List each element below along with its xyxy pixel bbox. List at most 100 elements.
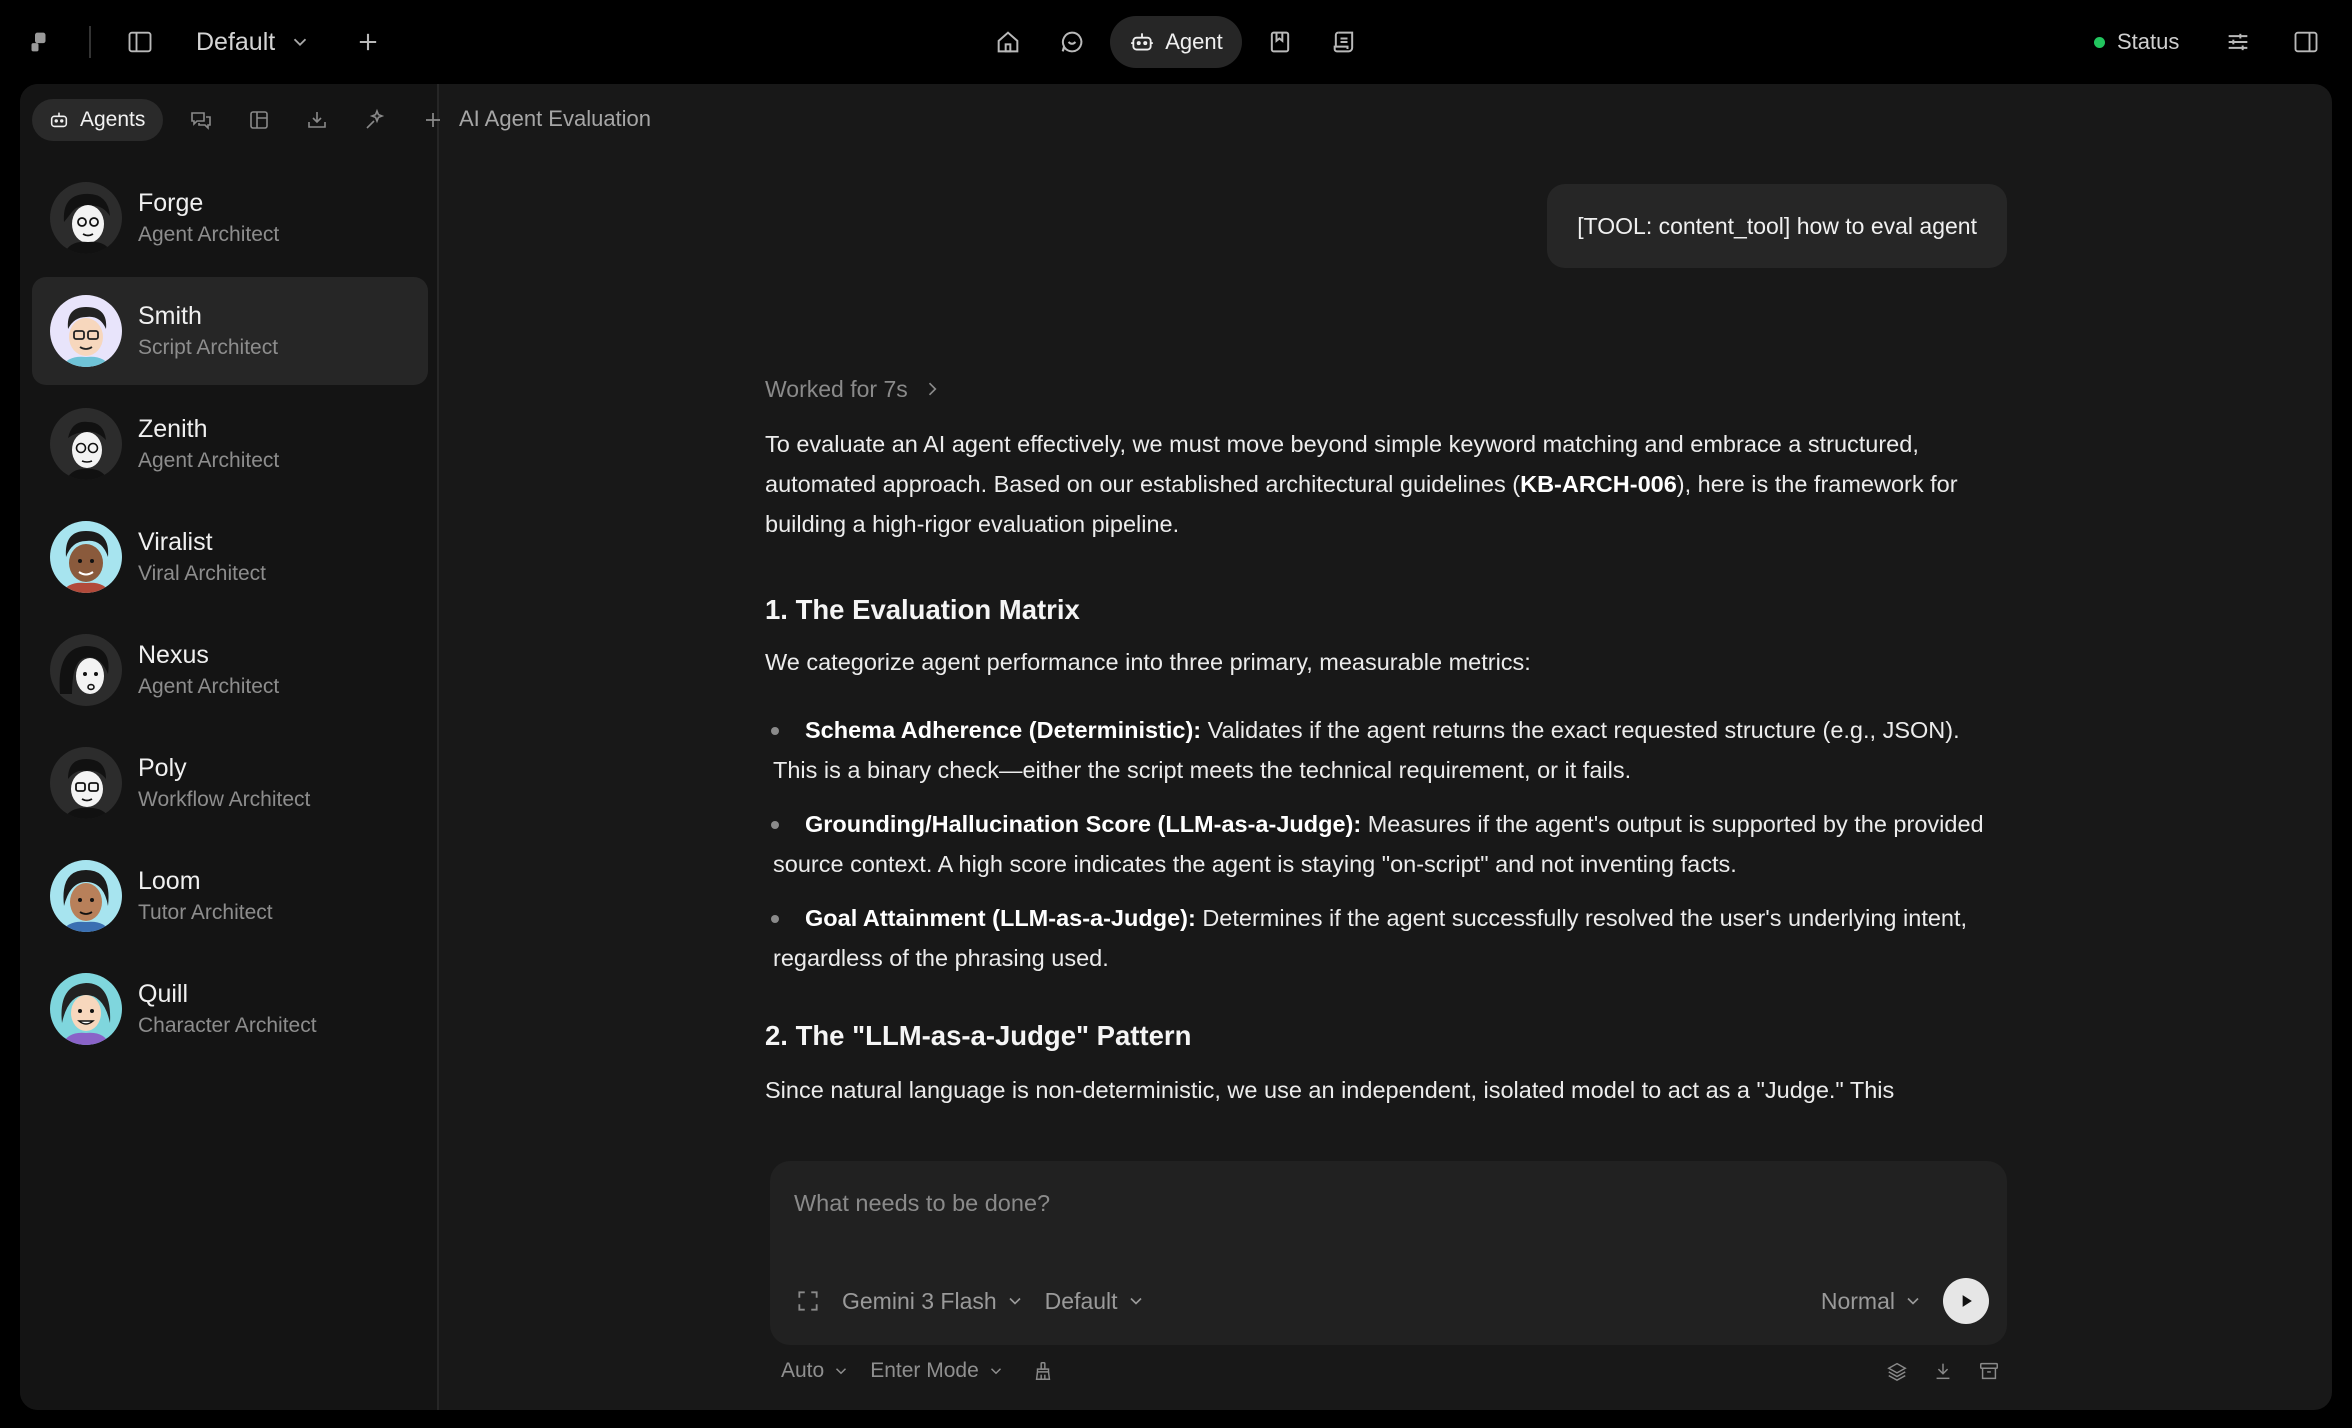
conversation-title: AI Agent Evaluation bbox=[459, 106, 652, 131]
main-window: Agents Forge Agent Architect Smith Scrip… bbox=[20, 84, 2332, 1410]
agent-item-zenith[interactable]: Zenith Agent Architect bbox=[32, 390, 428, 498]
agent-item-smith[interactable]: Smith Script Architect bbox=[32, 277, 428, 385]
agent-item-viralist[interactable]: Viralist Viral Architect bbox=[32, 503, 428, 611]
tab-agents-label: Agents bbox=[80, 108, 146, 131]
clean-brush-icon[interactable] bbox=[1025, 1353, 1061, 1389]
agent-name: Quill bbox=[138, 980, 189, 1008]
list-item: Schema Adherence (Deterministic): Valida… bbox=[765, 710, 2010, 790]
agent-item-forge[interactable]: Forge Agent Architect bbox=[32, 164, 428, 272]
composer-toolbar: Gemini 3 Flash Default Normal bbox=[792, 1277, 1989, 1325]
avatar bbox=[50, 634, 122, 706]
agent-mode-label: Agent bbox=[1165, 29, 1223, 54]
prompt-input[interactable] bbox=[794, 1183, 1974, 1223]
agent-role: Agent Architect bbox=[138, 449, 280, 472]
metric-label: Goal Attainment (LLM-as-a-Judge): bbox=[805, 905, 1196, 931]
workspace-selector[interactable]: Default bbox=[196, 20, 311, 64]
home-icon[interactable] bbox=[984, 18, 1032, 66]
section-lead: Since natural language is non-determinis… bbox=[765, 1077, 1895, 1103]
section-heading: 2. The "LLM-as-a-Judge" Pattern bbox=[765, 1020, 1192, 1051]
agent-mode-button[interactable]: Agent bbox=[1110, 16, 1242, 68]
expand-icon[interactable] bbox=[792, 1285, 824, 1317]
chevron-down-icon bbox=[990, 1368, 1001, 1375]
list-item: Goal Attainment (LLM-as-a-Judge): Determ… bbox=[765, 898, 2010, 978]
assistant-answer: To evaluate an AI agent effectively, we … bbox=[765, 376, 2010, 1110]
chat-icon[interactable] bbox=[1048, 18, 1096, 66]
chevron-down-icon bbox=[1129, 1297, 1142, 1305]
user-message-bubble: [TOOL: content_tool] how to eval agent bbox=[1547, 184, 2007, 268]
avatar bbox=[50, 973, 122, 1045]
avatar bbox=[50, 408, 122, 480]
right-panel-toggle-icon[interactable] bbox=[2282, 18, 2330, 66]
mode-selector[interactable]: Normal bbox=[1821, 1288, 1923, 1315]
tab-magic-sparkle-icon[interactable] bbox=[353, 98, 397, 142]
top-bar: Default Agent Status bbox=[0, 0, 2352, 84]
play-icon bbox=[1962, 1295, 1972, 1307]
agent-role: Character Architect bbox=[138, 1014, 317, 1037]
topbar-divider bbox=[89, 26, 91, 58]
auto-label: Auto bbox=[781, 1359, 825, 1382]
agent-item-nexus[interactable]: Nexus Agent Architect bbox=[32, 616, 428, 724]
archive-box-icon[interactable] bbox=[1971, 1353, 2007, 1389]
section-lead: We categorize agent performance into thr… bbox=[765, 649, 1531, 675]
send-button[interactable] bbox=[1943, 1278, 1989, 1324]
agent-list: Forge Agent Architect Smith Script Archi… bbox=[32, 164, 428, 1068]
avatar bbox=[50, 295, 122, 367]
layers-icon[interactable] bbox=[1879, 1353, 1915, 1389]
auto-selector[interactable]: Auto bbox=[781, 1359, 850, 1383]
agent-item-quill[interactable]: Quill Character Architect bbox=[32, 955, 428, 1063]
tab-chats-icon[interactable] bbox=[179, 98, 223, 142]
chevron-down-icon bbox=[1009, 1297, 1021, 1305]
robot-icon bbox=[1131, 33, 1154, 51]
tab-inbox-download-icon[interactable] bbox=[295, 98, 339, 142]
agent-role: Agent Architect bbox=[138, 223, 280, 246]
agent-name: Poly bbox=[138, 754, 187, 782]
agent-role: Workflow Architect bbox=[138, 788, 311, 811]
chevron-down-icon bbox=[836, 1368, 847, 1375]
message-composer: Gemini 3 Flash Default Normal bbox=[770, 1161, 2007, 1345]
enter-mode-selector[interactable]: Enter Mode bbox=[870, 1359, 1005, 1383]
sidebar-tabs: Agents bbox=[32, 98, 455, 142]
profile-label: Default bbox=[1044, 1287, 1118, 1314]
agent-role: Script Architect bbox=[138, 336, 279, 359]
scroll-document-icon[interactable] bbox=[1320, 18, 1368, 66]
profile-selector[interactable]: Default bbox=[1045, 1288, 1146, 1315]
status-label: Status bbox=[2117, 29, 2180, 54]
tab-layout-icon[interactable] bbox=[237, 98, 281, 142]
chevron-down-icon bbox=[1907, 1297, 1919, 1305]
model-selector[interactable]: Gemini 3 Flash bbox=[842, 1288, 1025, 1315]
sidebar-toggle-icon[interactable] bbox=[116, 18, 164, 66]
metric-label: Grounding/Hallucination Score (LLM-as-a-… bbox=[805, 811, 1362, 837]
agent-item-poly[interactable]: Poly Workflow Architect bbox=[32, 729, 428, 837]
agent-role: Tutor Architect bbox=[138, 901, 273, 924]
avatar bbox=[50, 521, 122, 593]
agent-name: Loom bbox=[138, 867, 201, 895]
section-heading: 1. The Evaluation Matrix bbox=[765, 594, 1080, 625]
agent-name: Forge bbox=[138, 189, 204, 217]
new-tab-plus-icon[interactable] bbox=[344, 18, 392, 66]
agent-item-loom[interactable]: Loom Tutor Architect bbox=[32, 842, 428, 950]
app-logo-icon[interactable] bbox=[18, 18, 66, 66]
agent-role: Agent Architect bbox=[138, 675, 280, 698]
status-indicator[interactable]: Status bbox=[2094, 20, 2179, 64]
agent-name: Zenith bbox=[138, 415, 208, 443]
agent-name: Smith bbox=[138, 302, 202, 330]
user-message-text: [TOOL: content_tool] how to eval agent bbox=[1577, 212, 1977, 239]
robot-icon bbox=[50, 112, 68, 128]
agent-name: Nexus bbox=[138, 641, 209, 669]
chevron-down-icon bbox=[294, 38, 307, 47]
download-icon[interactable] bbox=[1925, 1353, 1961, 1389]
agent-role: Viral Architect bbox=[138, 562, 266, 585]
intro-reference: KB-ARCH-006 bbox=[1520, 471, 1677, 497]
conversation-panel: AI Agent Evaluation [TOOL: content_tool]… bbox=[441, 84, 2332, 1410]
metrics-list: Schema Adherence (Deterministic): Valida… bbox=[765, 710, 2010, 978]
answer-intro: To evaluate an AI agent effectively, we … bbox=[765, 424, 2010, 544]
bookmark-book-icon[interactable] bbox=[1256, 18, 1304, 66]
composer-footer: Auto Enter Mode bbox=[781, 1349, 2007, 1393]
sliders-settings-icon[interactable] bbox=[2214, 18, 2262, 66]
workspace-label: Default bbox=[196, 27, 276, 56]
tab-agents[interactable]: Agents bbox=[32, 99, 164, 141]
enter-mode-label: Enter Mode bbox=[870, 1359, 979, 1382]
status-dot bbox=[2094, 36, 2105, 48]
list-item: Grounding/Hallucination Score (LLM-as-a-… bbox=[765, 804, 2010, 884]
avatar bbox=[50, 860, 122, 932]
